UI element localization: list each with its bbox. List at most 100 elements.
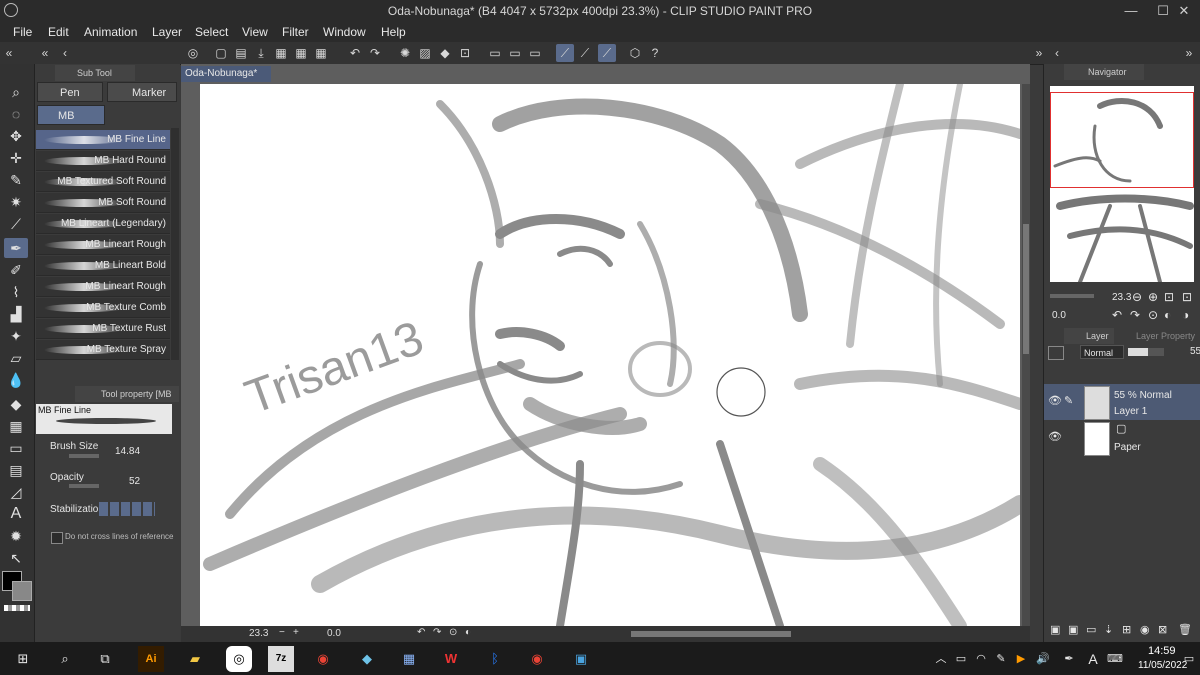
close-button[interactable]: ✕ <box>1168 0 1200 22</box>
frame-tool-icon[interactable]: ▤ <box>4 460 28 480</box>
app-blue-icon[interactable]: ◆ <box>354 646 380 672</box>
brush-item[interactable]: MB Soft Round <box>36 193 170 213</box>
brush-item[interactable]: MB Texture Comb <box>36 298 170 318</box>
brush-list-scrollbar[interactable] <box>171 128 179 360</box>
navigator-rotate-right-icon[interactable]: ↷ <box>1130 308 1140 322</box>
pen-group-button[interactable]: Pen <box>37 82 103 102</box>
navigator-view-frame[interactable] <box>1050 92 1194 188</box>
airbrush-tool-icon[interactable]: ▟ <box>4 304 28 324</box>
chrome-profile-icon[interactable]: ◉ <box>524 646 550 672</box>
auto-select-tool-icon[interactable]: ✷ <box>4 192 28 212</box>
save-icon[interactable]: ⤓ <box>252 44 270 62</box>
windows-start-icon[interactable]: ⊞ <box>10 646 36 672</box>
navigator-thumbnail[interactable] <box>1050 86 1194 282</box>
mb-starter-button[interactable]: MB Starter <box>37 105 105 142</box>
clip-studio-icon[interactable]: ◎ <box>184 44 202 62</box>
network-app-icon[interactable]: ▦ <box>396 646 422 672</box>
figure-tool-icon[interactable]: ▭ <box>4 438 28 458</box>
navigator-tab[interactable]: Navigator <box>1064 64 1144 80</box>
marker-group-button[interactable]: Marker <box>107 82 177 102</box>
layer-visibility-icon[interactable]: 👁 <box>1048 394 1062 407</box>
correct-line-tool-icon[interactable]: ↖ <box>4 548 28 568</box>
menu-window[interactable]: Window <box>323 25 366 39</box>
do-not-cross-checkbox[interactable] <box>51 532 63 544</box>
navigator-zoom-value[interactable]: 23.3 <box>1112 292 1131 303</box>
deselect-icon[interactable]: ▭ <box>486 44 504 62</box>
clip-studio-taskbar-icon[interactable]: ◎ <box>226 646 252 672</box>
paper-visibility-icon[interactable]: 👁 <box>1048 430 1062 443</box>
navigator-flip-v-icon[interactable]: ◑ <box>1182 308 1189 322</box>
menu-animation[interactable]: Animation <box>84 25 137 39</box>
file-explorer-icon[interactable]: ▰ <box>182 646 208 672</box>
new-folder-icon[interactable]: ▭ <box>1086 623 1096 636</box>
notification-icon[interactable]: ▭ <box>1176 646 1200 672</box>
taskbar-time[interactable]: 14:59 <box>1148 645 1176 657</box>
layer-color-swatch[interactable] <box>1048 346 1064 360</box>
layer-row-paper[interactable]: 👁 ▢ Paper <box>1044 420 1200 456</box>
snap-ruler-icon[interactable]: ⟋ <box>556 44 574 62</box>
menu-select[interactable]: Select <box>195 25 228 39</box>
brush-item[interactable]: MB Lineart Rough <box>36 277 170 297</box>
redo-icon[interactable]: ↷ <box>366 44 384 62</box>
clear-icon[interactable]: ▨ <box>416 44 434 62</box>
layer-opacity-value[interactable]: 55 <box>1190 346 1200 357</box>
document-tab[interactable]: Oda-Nobunaga* <box>181 66 271 82</box>
illustrator-icon[interactable]: Ai <box>138 646 164 672</box>
collapse-left-2-icon[interactable]: « <box>36 44 54 62</box>
brush-item[interactable]: MB Textured Soft Round <box>36 172 170 192</box>
help-icon[interactable]: ? <box>646 44 664 62</box>
invert-selection-icon[interactable]: ▭ <box>506 44 524 62</box>
menu-edit[interactable]: Edit <box>48 25 69 39</box>
layer-move-tool-icon[interactable]: ✥ <box>4 126 28 146</box>
export-psd-icon[interactable]: ▦ <box>312 44 330 62</box>
decoration-tool-icon[interactable]: ✦ <box>4 326 28 346</box>
export-png-icon[interactable]: ▦ <box>292 44 310 62</box>
menu-layer[interactable]: Layer <box>152 25 182 39</box>
navigator-flip-h-icon[interactable]: ◐ <box>1164 308 1171 322</box>
new-vector-layer-icon[interactable]: ▣ <box>1068 623 1078 636</box>
collapse-right-3-icon[interactable]: » <box>1180 44 1198 62</box>
zoom-tool-icon[interactable]: ⌕ <box>4 82 28 102</box>
navigator-zoom-slider[interactable] <box>1050 294 1094 298</box>
rotate-left-icon[interactable]: ↶ <box>417 627 425 638</box>
pen-tool-icon[interactable]: ✒ <box>4 238 28 258</box>
layer-row-layer-1[interactable]: 👁 ✎ 55 % Normal Layer 1 <box>1044 384 1200 420</box>
fill-icon[interactable]: ◆ <box>436 44 454 62</box>
menu-filter[interactable]: Filter <box>282 25 309 39</box>
layer-mask-icon[interactable]: ◉ <box>1140 623 1150 636</box>
navigator-reset-icon[interactable]: ⊙ <box>1148 308 1158 322</box>
canvas-horizontal-thumb[interactable] <box>631 631 791 637</box>
brush-size-slider[interactable] <box>69 454 99 458</box>
back-arrow-icon[interactable]: ‹ <box>56 44 74 62</box>
gradient-tool-icon[interactable]: ▦ <box>4 416 28 436</box>
brush-size-value[interactable]: 14.84 <box>115 446 140 457</box>
eyedropper-tool-icon[interactable]: ⟋ <box>4 214 28 234</box>
balloon-tool-icon[interactable]: ✹ <box>4 526 28 546</box>
canvas-rotation-value[interactable]: 0.0 <box>327 628 341 639</box>
new-file-icon[interactable]: ▢ <box>212 44 230 62</box>
blend-tool-icon[interactable]: 💧 <box>4 370 28 390</box>
transfer-down-icon[interactable]: ⇣ <box>1104 623 1113 636</box>
transform-icon[interactable]: ⊡ <box>456 44 474 62</box>
opacity-value[interactable]: 52 <box>129 476 140 487</box>
tool-property-tab[interactable]: Tool property [MB <box>75 386 179 402</box>
selection-loading-icon[interactable]: ✺ <box>396 44 414 62</box>
zoom-out-icon[interactable]: − <box>279 627 285 638</box>
brush-item[interactable]: MB Lineart Bold <box>36 256 170 276</box>
menu-help[interactable]: Help <box>381 25 406 39</box>
navigator-rotate-left-icon[interactable]: ↶ <box>1112 308 1122 322</box>
7zip-icon[interactable]: 7z <box>268 646 294 672</box>
tray-pen-tablet-icon[interactable]: ✒ <box>1056 646 1082 672</box>
brush-item[interactable]: MB Hard Round <box>36 151 170 171</box>
show-selection-icon[interactable]: ▭ <box>526 44 544 62</box>
zoom-in-icon[interactable]: + <box>293 627 299 638</box>
fill-tool-icon[interactable]: ◆ <box>4 394 28 414</box>
operation-tool-icon[interactable]: ◌ <box>4 104 28 124</box>
brush-item[interactable]: MB Texture Spray <box>36 340 170 360</box>
layer-property-tab[interactable]: Layer Property <box>1118 328 1200 344</box>
export-icon[interactable]: ▦ <box>272 44 290 62</box>
delete-layer-icon[interactable]: 🗑 <box>1178 623 1192 636</box>
reset-rotation-icon[interactable]: ⊙ <box>449 627 457 638</box>
selection-tool-icon[interactable]: ✎ <box>4 170 28 190</box>
rotate-right-icon[interactable]: ↷ <box>433 627 441 638</box>
